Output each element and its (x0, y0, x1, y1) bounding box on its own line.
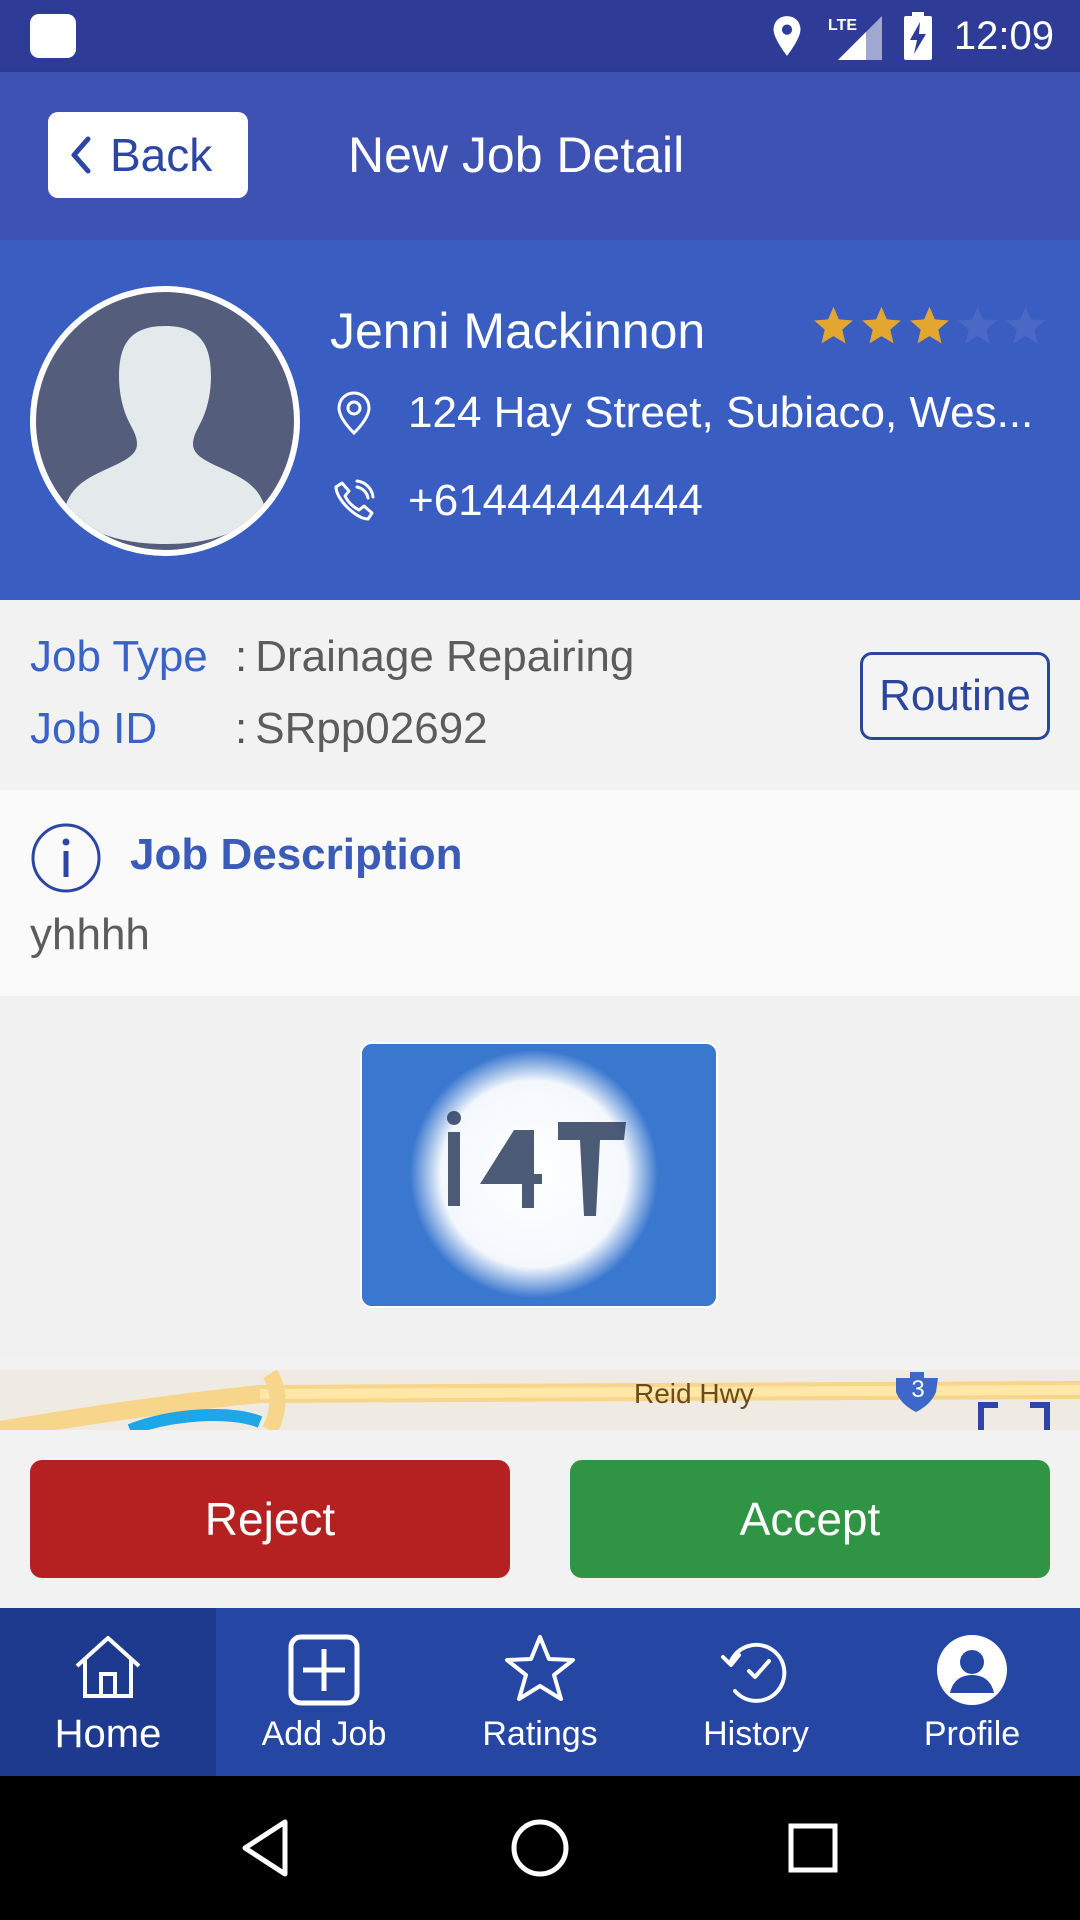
job-type-label: Job Type (30, 632, 208, 681)
job-meta: Job Type : Drainage Repairing Job ID : S… (0, 600, 1080, 790)
location-pin-icon (337, 391, 371, 436)
bottom-nav: Home Add Job Ratings History Profile (0, 1608, 1080, 1776)
map-road-label: Reid Hwy (634, 1378, 754, 1409)
phone-row[interactable]: +61444444444 (330, 476, 703, 526)
app-icon (30, 14, 76, 58)
recents-square-icon[interactable] (781, 1816, 845, 1880)
info-icon (31, 823, 101, 893)
nav-label: Ratings (482, 1714, 598, 1753)
nav-item-add-job[interactable]: Add Job (216, 1608, 432, 1776)
person-silhouette-icon (65, 326, 265, 544)
app-bar: Back New Job Detail (0, 72, 1080, 240)
i4t-logo-image (362, 1044, 716, 1306)
action-bar: Reject Accept (0, 1430, 1080, 1608)
status-bar: LTE 12:09 (0, 0, 1080, 72)
status-icons: LTE 12:09 (770, 0, 1054, 72)
add-box-icon (288, 1634, 360, 1705)
phone-icon (334, 479, 375, 521)
job-photo[interactable] (360, 1042, 718, 1308)
back-triangle-icon[interactable] (235, 1816, 299, 1880)
history-icon (721, 1642, 787, 1703)
battery-charging-icon (903, 12, 932, 60)
job-type-value: Drainage Repairing (255, 632, 635, 681)
back-button[interactable]: Back (48, 112, 248, 198)
rating-stars (812, 304, 1047, 347)
nav-label: History (703, 1714, 809, 1753)
priority-badge: Routine (860, 652, 1050, 740)
separator: : (235, 632, 248, 681)
description-title: Job Description (130, 830, 463, 879)
star-filled-icon (910, 306, 949, 344)
job-id-label: Job ID (30, 704, 158, 753)
home-circle-icon[interactable] (508, 1816, 572, 1880)
back-label: Back (110, 129, 213, 181)
customer-panel: Jenni Mackinnon 124 Hay Street, Subiaco,… (0, 240, 1080, 600)
star-icon (505, 1634, 575, 1701)
customer-name: Jenni Mackinnon (330, 303, 706, 359)
chevron-left-icon (71, 136, 91, 174)
job-description: Job Description yhhhh (0, 790, 1080, 996)
job-image-section (0, 996, 1080, 1356)
job-id-value: SRpp02692 (255, 704, 488, 753)
home-icon (75, 1635, 141, 1698)
star-empty-icon (958, 306, 997, 344)
system-nav-bar (0, 1776, 1080, 1920)
nav-item-profile[interactable]: Profile (864, 1608, 1080, 1776)
map-preview[interactable]: Reid Hwy 3 (0, 1370, 1080, 1430)
accept-button[interactable]: Accept (570, 1460, 1050, 1578)
reject-button[interactable]: Reject (30, 1460, 510, 1578)
description-text: yhhhh (30, 910, 150, 959)
avatar (30, 286, 300, 556)
nav-item-home[interactable]: Home (0, 1608, 216, 1776)
nav-label: Home (54, 1711, 162, 1756)
job-type-row: Job Type : Drainage Repairing (30, 632, 634, 682)
signal-icon: LTE (828, 16, 882, 60)
phone-text: +61444444444 (408, 476, 703, 525)
address-row[interactable]: 124 Hay Street, Subiaco, Wes... (330, 388, 1033, 438)
page-title: New Job Detail (348, 127, 685, 183)
clock: 12:09 (953, 13, 1054, 58)
star-filled-icon (862, 306, 901, 344)
svg-text:LTE: LTE (828, 17, 857, 34)
nav-item-history[interactable]: History (648, 1608, 864, 1776)
nav-item-ratings[interactable]: Ratings (432, 1608, 648, 1776)
separator: : (235, 704, 248, 753)
address-text: 124 Hay Street, Subiaco, Wes... (408, 388, 1034, 437)
route-shield-label: 3 (911, 1376, 925, 1403)
profile-icon (937, 1634, 1007, 1705)
nav-label: Add Job (261, 1714, 387, 1753)
job-id-row: Job ID : SRpp02692 (30, 704, 488, 754)
star-filled-icon (814, 306, 853, 344)
nav-label: Profile (923, 1714, 1021, 1753)
location-icon (773, 16, 801, 56)
star-empty-icon (1006, 306, 1045, 344)
